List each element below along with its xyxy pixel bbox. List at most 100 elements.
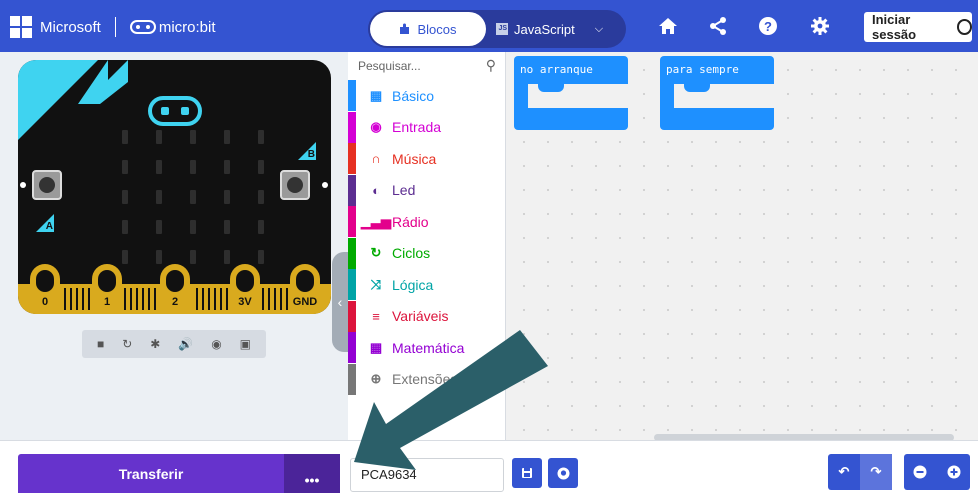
led [190, 220, 196, 234]
button-b-dot [322, 182, 328, 188]
loop-icon: ↻ [370, 245, 382, 260]
input-icon: ◉ [370, 119, 382, 134]
edge-pin [64, 288, 66, 310]
block-slot [674, 84, 774, 108]
zoom-out-button[interactable] [904, 454, 936, 490]
category-label: Rádio [392, 213, 429, 230]
github-icon [557, 467, 569, 479]
chevron-down-icon[interactable]: ⌵ [595, 23, 603, 36]
pin-label: 3V [238, 296, 252, 308]
button-a[interactable] [32, 170, 62, 200]
bottom-bar: Transferir ••• PCA9634 ↶ ↷ [0, 440, 978, 493]
restart-icon[interactable]: ↻ [122, 337, 132, 351]
redo-button[interactable]: ↷ [860, 454, 892, 490]
category-música[interactable]: ∩ Música [348, 143, 506, 174]
brand-microsoft: Microsoft [40, 18, 101, 36]
save-icon [522, 468, 532, 478]
shuffle-icon: ⤨ [370, 276, 382, 292]
category-label: Led [392, 182, 416, 198]
category-lógica[interactable]: ⤨ Lógica [348, 269, 506, 300]
category-color-bar [348, 80, 356, 111]
stop-icon[interactable]: ■ [97, 337, 104, 351]
download-button[interactable]: Transferir [18, 454, 284, 493]
screenshot-icon[interactable]: ◉ [211, 337, 221, 351]
settings-icon[interactable] [808, 14, 832, 38]
block-slot [528, 84, 628, 108]
edge-pin [202, 288, 204, 310]
category-color-bar [348, 237, 356, 269]
category-variáveis[interactable]: ≡ Variáveis [348, 300, 506, 332]
category-color-bar [348, 269, 356, 300]
label-a: A [45, 221, 53, 232]
led [190, 160, 196, 174]
signal-icon: ▁▃▅ [361, 213, 391, 229]
led [190, 190, 196, 204]
search-icon[interactable]: ⚲ [486, 57, 496, 74]
category-label: Ciclos [392, 245, 431, 261]
edge-pin [268, 288, 270, 310]
category-color-bar [348, 174, 356, 206]
led [224, 250, 230, 264]
undo-icon: ↶ [838, 464, 850, 479]
led [156, 190, 162, 204]
category-label: Matemática [392, 339, 465, 356]
category-extensões[interactable]: ⊕ Extensões [348, 363, 506, 395]
pin-label: 1 [103, 296, 111, 308]
debug-icon[interactable]: ✱ [150, 337, 160, 351]
project-name-input[interactable]: PCA9634 [350, 458, 504, 492]
help-icon[interactable]: ? [756, 14, 780, 38]
led [224, 220, 230, 234]
block-on-start-label: no arranque [520, 63, 593, 76]
led [156, 130, 162, 144]
button-b[interactable] [280, 170, 310, 200]
share-icon[interactable] [706, 14, 730, 38]
tab-blocks[interactable]: Blocos [370, 12, 486, 46]
blocks-workspace[interactable]: no arranque para sempre [506, 52, 978, 441]
github-button[interactable] [548, 458, 578, 488]
edge-pin [262, 288, 264, 310]
category-entrada[interactable]: ◉ Entrada [348, 111, 506, 143]
more-options-button[interactable]: ••• [284, 454, 340, 493]
toolbox-search[interactable]: Pesquisar... ⚲ [348, 52, 506, 80]
label-b-badge: B [298, 142, 316, 160]
collapse-simulator-button[interactable]: ‹ [332, 252, 348, 352]
category-led[interactable]: ◐ Led [348, 174, 506, 206]
button-a-dot [20, 182, 26, 188]
microsoft-logo-icon [10, 16, 32, 38]
board-notches [78, 60, 128, 104]
zoom-in-button[interactable] [938, 454, 970, 490]
mute-icon[interactable]: 🔊 [178, 337, 193, 351]
led [258, 190, 264, 204]
led [122, 250, 128, 264]
category-label: Música [392, 150, 437, 167]
toggle-icon: ◐ [372, 182, 380, 198]
category-rádio[interactable]: ▁▃▅ Rádio [348, 206, 506, 237]
category-matemática[interactable]: ▦ Matemática [348, 332, 506, 363]
brand-divider [114, 17, 116, 37]
microbit-board[interactable]: A B 0 1 2 3V GND [18, 60, 331, 314]
undo-button[interactable]: ↶ [828, 454, 860, 490]
category-color-bar [348, 300, 356, 332]
led [122, 190, 128, 204]
brand[interactable]: Microsoft micro:bit [10, 15, 216, 39]
zoom-in-icon [947, 465, 961, 479]
editor-toggle: Blocos JS JavaScript ⌵ [368, 10, 626, 48]
fullscreen-icon[interactable]: ▣ [240, 337, 251, 351]
pin-label: 0 [41, 296, 49, 308]
label-a-badge: A [36, 214, 54, 232]
block-on-start[interactable]: no arranque [514, 56, 628, 130]
search-input[interactable]: Pesquisar... [358, 59, 421, 73]
sign-in-button[interactable]: Iniciar sessão [864, 12, 972, 42]
home-icon[interactable] [656, 14, 680, 38]
category-ciclos[interactable]: ↻ Ciclos [348, 237, 506, 269]
puzzle-icon [400, 23, 410, 34]
save-button[interactable] [512, 458, 542, 488]
makecode-editor: Microsoft micro:bit Blocos JS JavaScript… [0, 0, 978, 493]
category-básico[interactable]: ▦ Básico [348, 80, 506, 111]
led [156, 250, 162, 264]
led [190, 130, 196, 144]
edge-pin [142, 288, 144, 310]
led [258, 220, 264, 234]
block-forever[interactable]: para sempre [660, 56, 774, 130]
tab-javascript[interactable]: JS JavaScript ⌵ [496, 12, 603, 46]
